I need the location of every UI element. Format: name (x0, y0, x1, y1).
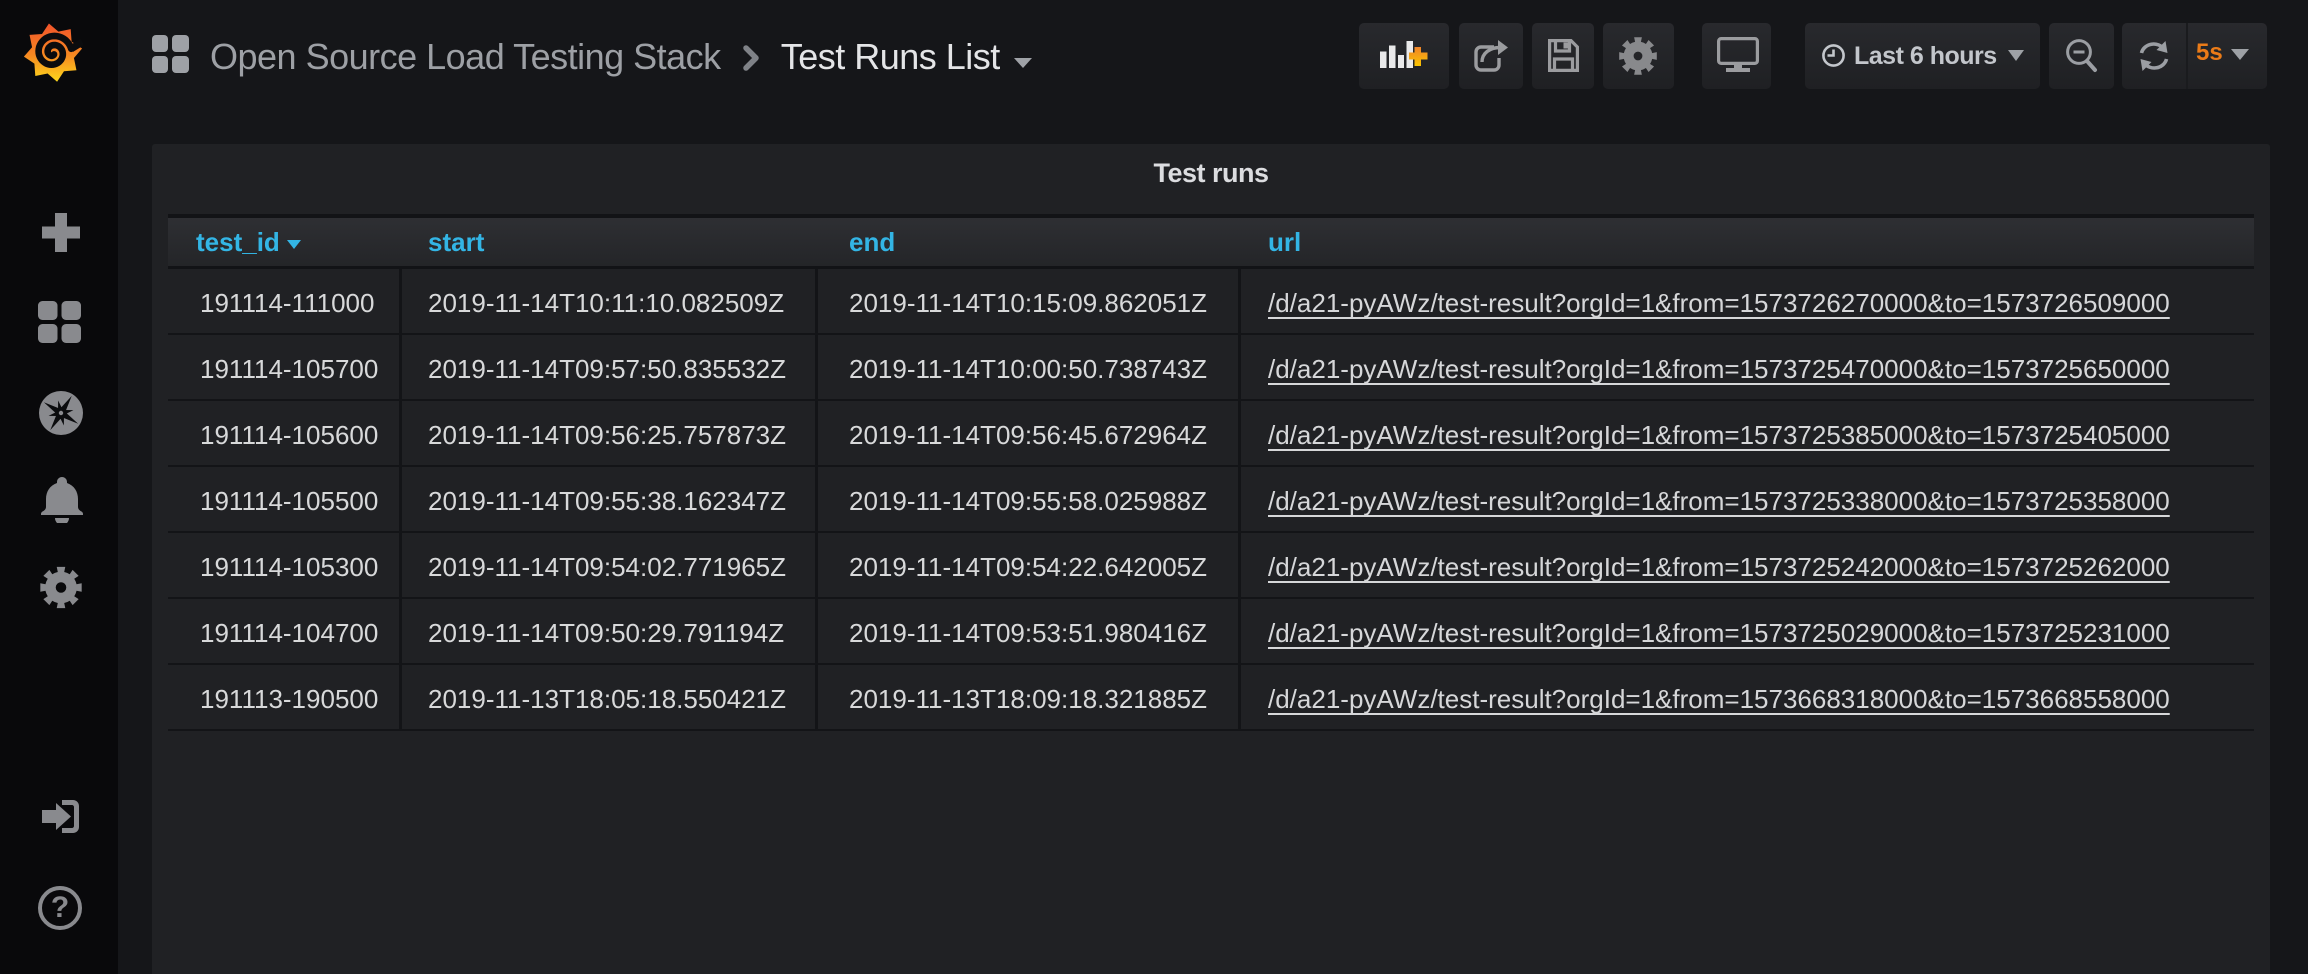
svg-text:?: ? (51, 891, 69, 924)
